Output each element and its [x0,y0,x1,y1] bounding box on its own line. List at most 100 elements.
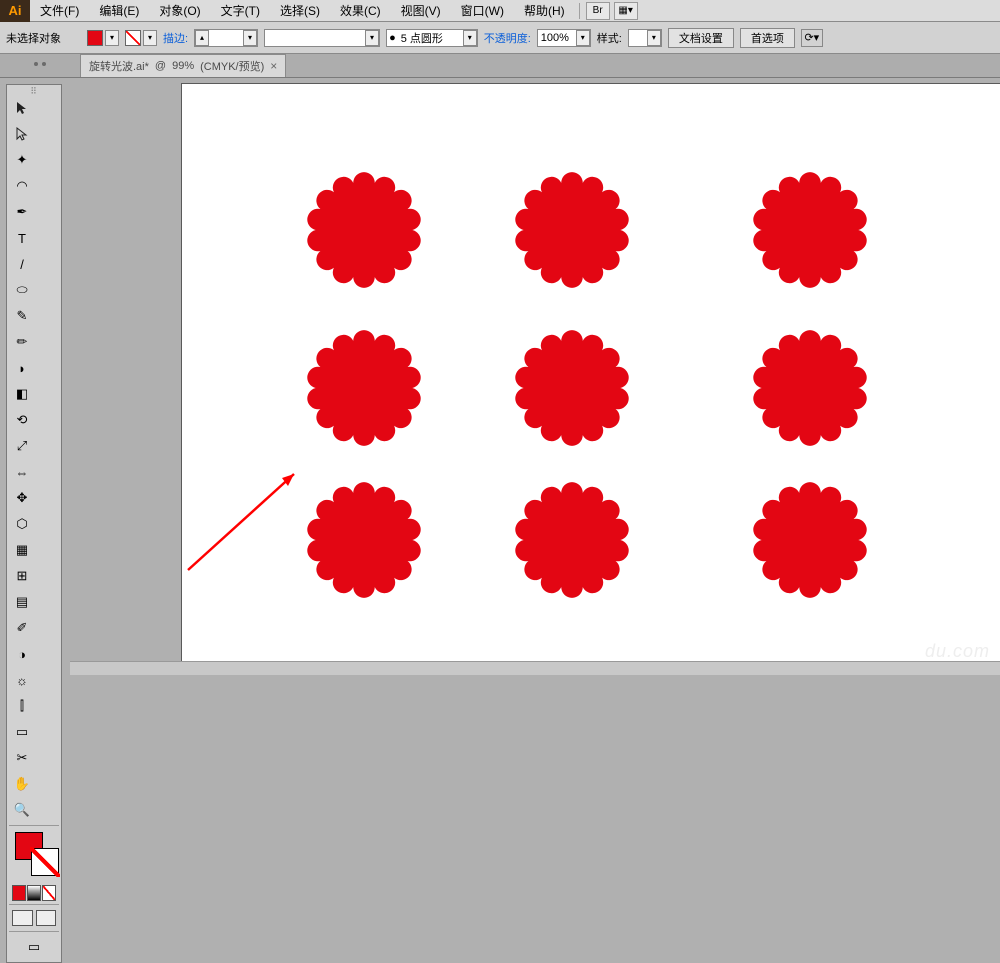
flower-shape[interactable] [752,172,868,288]
draw-mode-row [9,907,59,929]
work-area: du.com [70,78,1000,675]
style-select[interactable]: ▾ [628,29,662,47]
type-tool[interactable]: T [10,226,34,250]
color-mode-gradient[interactable] [27,885,41,901]
fill-stroke-control[interactable] [9,828,59,884]
graph-tool[interactable]: ⫿ [10,694,34,718]
chevron-down-icon[interactable]: ▾ [365,30,379,46]
eyedropper-tool[interactable]: ✐ [10,616,34,640]
menu-bar: Ai 文件(F) 编辑(E) 对象(O) 文字(T) 选择(S) 效果(C) 视… [0,0,1000,22]
stroke-color[interactable] [31,848,59,876]
gradient-tool[interactable]: ▤ [10,590,34,614]
menu-view[interactable]: 视图(V) [391,0,451,22]
stroke-label[interactable]: 描边: [163,30,188,46]
color-mode-color[interactable] [12,885,26,901]
menu-separator [579,3,580,19]
toolbox: ✦ ◠ ✒ T / ⬭ ✎ ✏ ◗ ◧ ⟲ ⤢ ⇔ ✥ ⬡ ▦ ⊞ ▤ ✐ ◑ … [6,84,62,963]
chevron-down-icon[interactable]: ▾ [243,30,257,46]
tab-mode: (CMYK/预览) [200,58,264,74]
slice-tool[interactable]: ✂ [10,746,34,770]
menu-window[interactable]: 窗口(W) [451,0,514,22]
flower-shape[interactable] [752,330,868,446]
preferences-button[interactable]: 首选项 [740,28,795,48]
lasso-tool[interactable]: ◠ [10,174,34,198]
document-tab[interactable]: 旋转光波.ai* @ 99% (CMYK/预览) × [80,54,286,77]
stepper-up-icon[interactable]: ▴ [195,30,209,46]
menu-edit[interactable]: 编辑(E) [89,0,149,22]
scale-tool[interactable]: ⤢ [10,434,34,458]
symbol-sprayer-tool[interactable]: ☼ [10,668,34,692]
variable-width-select[interactable]: ● ▾ [386,29,478,47]
tab-zoom: 99% [172,60,194,72]
flower-shape[interactable] [306,482,422,598]
blend-tool[interactable]: ◑ [10,642,34,666]
horizontal-scrollbar[interactable] [70,661,1000,675]
menu-file[interactable]: 文件(F) [30,0,89,22]
panel-grip[interactable] [0,54,80,78]
draw-behind[interactable] [36,910,57,926]
stroke-weight-select[interactable]: ▴ ▾ [194,29,258,47]
pencil-tool[interactable]: ✏ [10,330,34,354]
menu-help[interactable]: 帮助(H) [514,0,575,22]
grid-icon: ▦▾ [618,5,632,16]
document-setup-button[interactable]: 文档设置 [668,28,734,48]
opacity-label[interactable]: 不透明度: [484,30,531,46]
screen-mode-button[interactable]: ▭ [10,935,58,959]
paintbrush-tool[interactable]: ✎ [10,304,34,328]
brush-select[interactable]: ▾ [264,29,380,47]
brush-input[interactable] [265,32,365,44]
magic-wand-tool[interactable]: ✦ [10,148,34,172]
chevron-down-icon[interactable]: ▾ [647,30,661,46]
opacity-input[interactable] [538,32,576,44]
flower-shape[interactable] [514,172,630,288]
direct-selection-tool[interactable] [10,122,34,146]
color-mode-none[interactable] [42,885,56,901]
widget-icon: ⟳▾ [804,31,819,44]
cycle-widget-button[interactable]: ⟳▾ [801,29,823,47]
flower-shape[interactable] [514,330,630,446]
rotate-tool[interactable]: ⟲ [10,408,34,432]
perspective-tool[interactable]: ▦ [10,538,34,562]
chevron-down-icon[interactable]: ▾ [463,30,477,46]
artboard[interactable]: du.com [182,84,1000,674]
tab-strip: 旋转光波.ai* @ 99% (CMYK/预览) × [0,54,1000,78]
flower-shape[interactable] [306,330,422,446]
artboard-tool[interactable]: ▭ [10,720,34,744]
flower-shape[interactable] [514,482,630,598]
line-tool[interactable]: / [10,252,34,276]
variable-width-input[interactable] [398,32,463,44]
stroke-weight-input[interactable] [209,32,243,44]
chevron-down-icon[interactable]: ▾ [576,30,590,46]
menu-object[interactable]: 对象(O) [149,0,210,22]
menu-type[interactable]: 文字(T) [211,0,270,22]
app-logo: Ai [0,0,30,22]
zoom-tool[interactable]: 🔍 [10,798,34,822]
fill-swatch[interactable] [87,30,103,46]
bridge-button[interactable]: Br [586,2,610,20]
flower-shape[interactable] [306,172,422,288]
opacity-select[interactable]: ▾ [537,29,591,47]
menu-select[interactable]: 选择(S) [270,0,330,22]
arrange-documents-button[interactable]: ▦▾ [614,2,638,20]
shape-builder-tool[interactable]: ⬡ [10,512,34,536]
selection-tool[interactable] [10,96,34,120]
menu-effect[interactable]: 效果(C) [330,0,391,22]
tab-close-icon[interactable]: × [270,59,277,73]
stroke-dropdown-icon[interactable]: ▾ [143,30,157,46]
stroke-control[interactable]: ▾ [125,30,157,46]
fill-control[interactable]: ▾ [87,30,119,46]
draw-normal[interactable] [12,910,33,926]
stroke-swatch[interactable] [125,30,141,46]
fill-dropdown-icon[interactable]: ▾ [105,30,119,46]
width-tool[interactable]: ⇔ [10,460,34,484]
flower-shape[interactable] [752,482,868,598]
selection-status: 未选择对象 [6,30,61,46]
mesh-tool[interactable]: ⊞ [10,564,34,588]
shape-tool[interactable]: ⬭ [10,278,34,302]
pen-tool[interactable]: ✒ [10,200,34,224]
eraser-tool[interactable]: ◧ [10,382,34,406]
hand-tool[interactable]: ✋ [10,772,34,796]
free-transform-tool[interactable]: ✥ [10,486,34,510]
toolbox-grip[interactable] [9,87,59,95]
blob-brush-tool[interactable]: ◗ [10,356,34,380]
